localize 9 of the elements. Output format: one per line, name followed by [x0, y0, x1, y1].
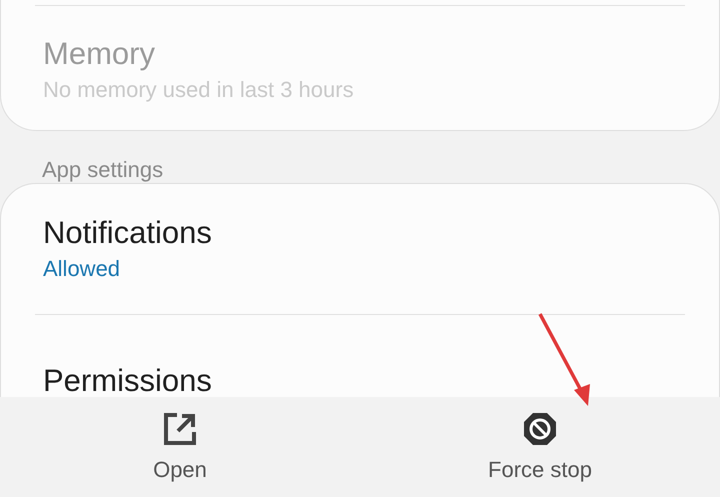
- open-button[interactable]: Open: [0, 397, 360, 497]
- setting-title: Memory: [43, 36, 155, 72]
- external-link-icon: [162, 411, 198, 447]
- section-header: App settings: [41, 156, 164, 183]
- setting-title[interactable]: Permissions: [43, 363, 212, 397]
- stop-icon: [522, 411, 558, 447]
- force-stop-button[interactable]: Force stop: [360, 397, 720, 497]
- setting-title[interactable]: Notifications: [43, 215, 212, 251]
- setting-summary: Allowed: [43, 255, 120, 283]
